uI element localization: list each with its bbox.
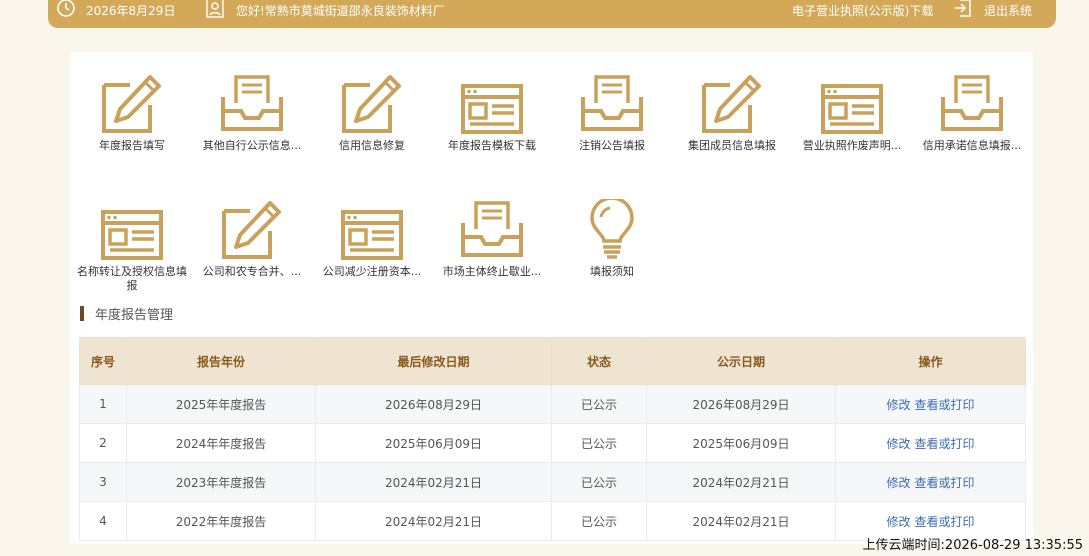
top-bar: 2026年8月29日 您好!常熟市莫城街道邵永良装饰材料厂 电子营业执照(公示版… [48,0,1056,28]
cell-year: 2022年年度报告 [126,501,316,541]
tile-12[interactable]: 市场主体终止歇业... [436,199,548,279]
inbox-document-icon [196,73,308,135]
cell-modified: 2024年02月21日 [315,462,552,502]
edit-link[interactable]: 修改 [886,398,910,412]
tile-label: 其他自行公示信息... [202,139,302,152]
inbox-document-icon [556,73,668,135]
greeting-area: 您好!常熟市莫城街道邵永良装饰材料厂 [206,0,445,22]
cell-publish: 2024年02月21日 [646,501,836,541]
cell-actions: 修改 查看或打印 [835,423,1026,463]
header-publish: 公示日期 [646,337,836,385]
tile-7[interactable]: 营业执照作废声明... [796,73,908,153]
tile-label: 公司减少注册资本... [322,265,422,278]
table-row: 3 2023年年度报告 2024年02月21日 已公示 2024年02月21日 … [79,462,1026,502]
logout-label: 退出系统 [984,4,1033,18]
tile-label: 填报须知 [590,265,634,278]
cell-no: 3 [79,462,127,502]
tile-13[interactable]: 填报须知 [556,199,668,279]
greeting-text: 您好!常熟市莫城街道邵永良装饰材料厂 [236,4,445,18]
tile-label: 注销公告填报 [579,139,645,152]
tile-label: 名称转让及授权信息填报 [77,265,187,292]
header-modified: 最后修改日期 [315,337,552,385]
pencil-edit-icon [676,73,788,135]
lightbulb-icon [556,199,668,261]
tile-label: 集团成员信息填报 [688,139,776,152]
pencil-edit-icon [316,73,428,135]
tile-label: 信用信息修复 [339,139,405,152]
tile-label: 公司和农专合并、... [202,265,302,278]
header-no: 序号 [79,337,127,385]
pencil-edit-icon [76,73,188,135]
header-status: 状态 [551,337,647,385]
section-title: 年度报告管理 [80,305,174,323]
view-print-link[interactable]: 查看或打印 [915,398,975,412]
view-print-link[interactable]: 查看或打印 [915,515,975,529]
cell-actions: 修改 查看或打印 [835,384,1026,424]
cell-actions: 修改 查看或打印 [835,462,1026,502]
table-row: 1 2025年年度报告 2026年08月29日 已公示 2026年08月29日 … [79,384,1026,424]
tile-3[interactable]: 信用信息修复 [316,73,428,153]
upload-time: 上传云端时间:2026-08-29 13:35:55 [862,538,1083,553]
edit-link[interactable]: 修改 [886,476,910,490]
tile-10[interactable]: 公司和农专合并、... [196,199,308,279]
inbox-document-icon [916,73,1028,135]
form-template-icon [796,73,908,135]
cell-status: 已公示 [551,462,647,502]
table-row: 2 2024年年度报告 2025年06月09日 已公示 2025年06月09日 … [79,423,1026,463]
header-actions: 操作 [835,337,1026,385]
edit-link[interactable]: 修改 [886,437,910,451]
view-print-link[interactable]: 查看或打印 [915,476,975,490]
annual-report-table: 序号 报告年份 最后修改日期 状态 公示日期 操作 1 2025年年度报告 20… [79,337,1026,541]
cell-year: 2023年年度报告 [126,462,316,502]
tile-label: 年度报告填写 [99,139,165,152]
user-icon [206,0,224,24]
section-marker [80,305,84,321]
logout-button[interactable]: 退出系统 [954,0,1032,22]
tile-1[interactable]: 年度报告填写 [76,73,188,153]
tile-8[interactable]: 信用承诺信息填报... [916,73,1028,153]
tile-6[interactable]: 集团成员信息填报 [676,73,788,153]
cell-publish: 2024年02月21日 [646,462,836,502]
tile-5[interactable]: 注销公告填报 [556,73,668,153]
logout-icon [954,0,972,24]
cell-modified: 2024年02月21日 [315,501,552,541]
inbox-document-icon [436,199,548,261]
edit-link[interactable]: 修改 [886,515,910,529]
form-template-icon [436,73,548,135]
cell-year: 2025年年度报告 [126,384,316,424]
tile-label: 营业执照作废声明... [802,139,902,152]
tile-4[interactable]: 年度报告模板下载 [436,73,548,153]
license-download-link[interactable]: 电子营业执照(公示版)下载 [792,0,933,22]
date-area: 2026年8月29日 [56,0,175,22]
form-template-icon [316,199,428,261]
cell-status: 已公示 [551,501,647,541]
view-print-link[interactable]: 查看或打印 [915,437,975,451]
cell-status: 已公示 [551,423,647,463]
cell-publish: 2026年08月29日 [646,384,836,424]
cell-modified: 2026年08月29日 [315,384,552,424]
section-title-text: 年度报告管理 [95,307,174,323]
cell-publish: 2025年06月09日 [646,423,836,463]
form-template-icon [76,199,188,261]
tile-2[interactable]: 其他自行公示信息... [196,73,308,153]
current-date: 2026年8月29日 [86,4,176,18]
table-header-row: 序号 报告年份 最后修改日期 状态 公示日期 操作 [79,337,1026,385]
tile-11[interactable]: 公司减少注册资本... [316,199,428,279]
cell-modified: 2025年06月09日 [315,423,552,463]
cell-year: 2024年年度报告 [126,423,316,463]
cell-status: 已公示 [551,384,647,424]
cell-no: 4 [79,501,127,541]
pencil-edit-icon [196,199,308,261]
tile-9[interactable]: 名称转让及授权信息填报 [76,199,188,293]
clock-icon [56,0,76,24]
cell-no: 1 [79,384,127,424]
cell-no: 2 [79,423,127,463]
tile-label: 市场主体终止歇业... [442,265,542,278]
header-year: 报告年份 [126,337,316,385]
tile-label: 信用承诺信息填报... [922,139,1022,152]
tile-label: 年度报告模板下载 [448,139,536,152]
